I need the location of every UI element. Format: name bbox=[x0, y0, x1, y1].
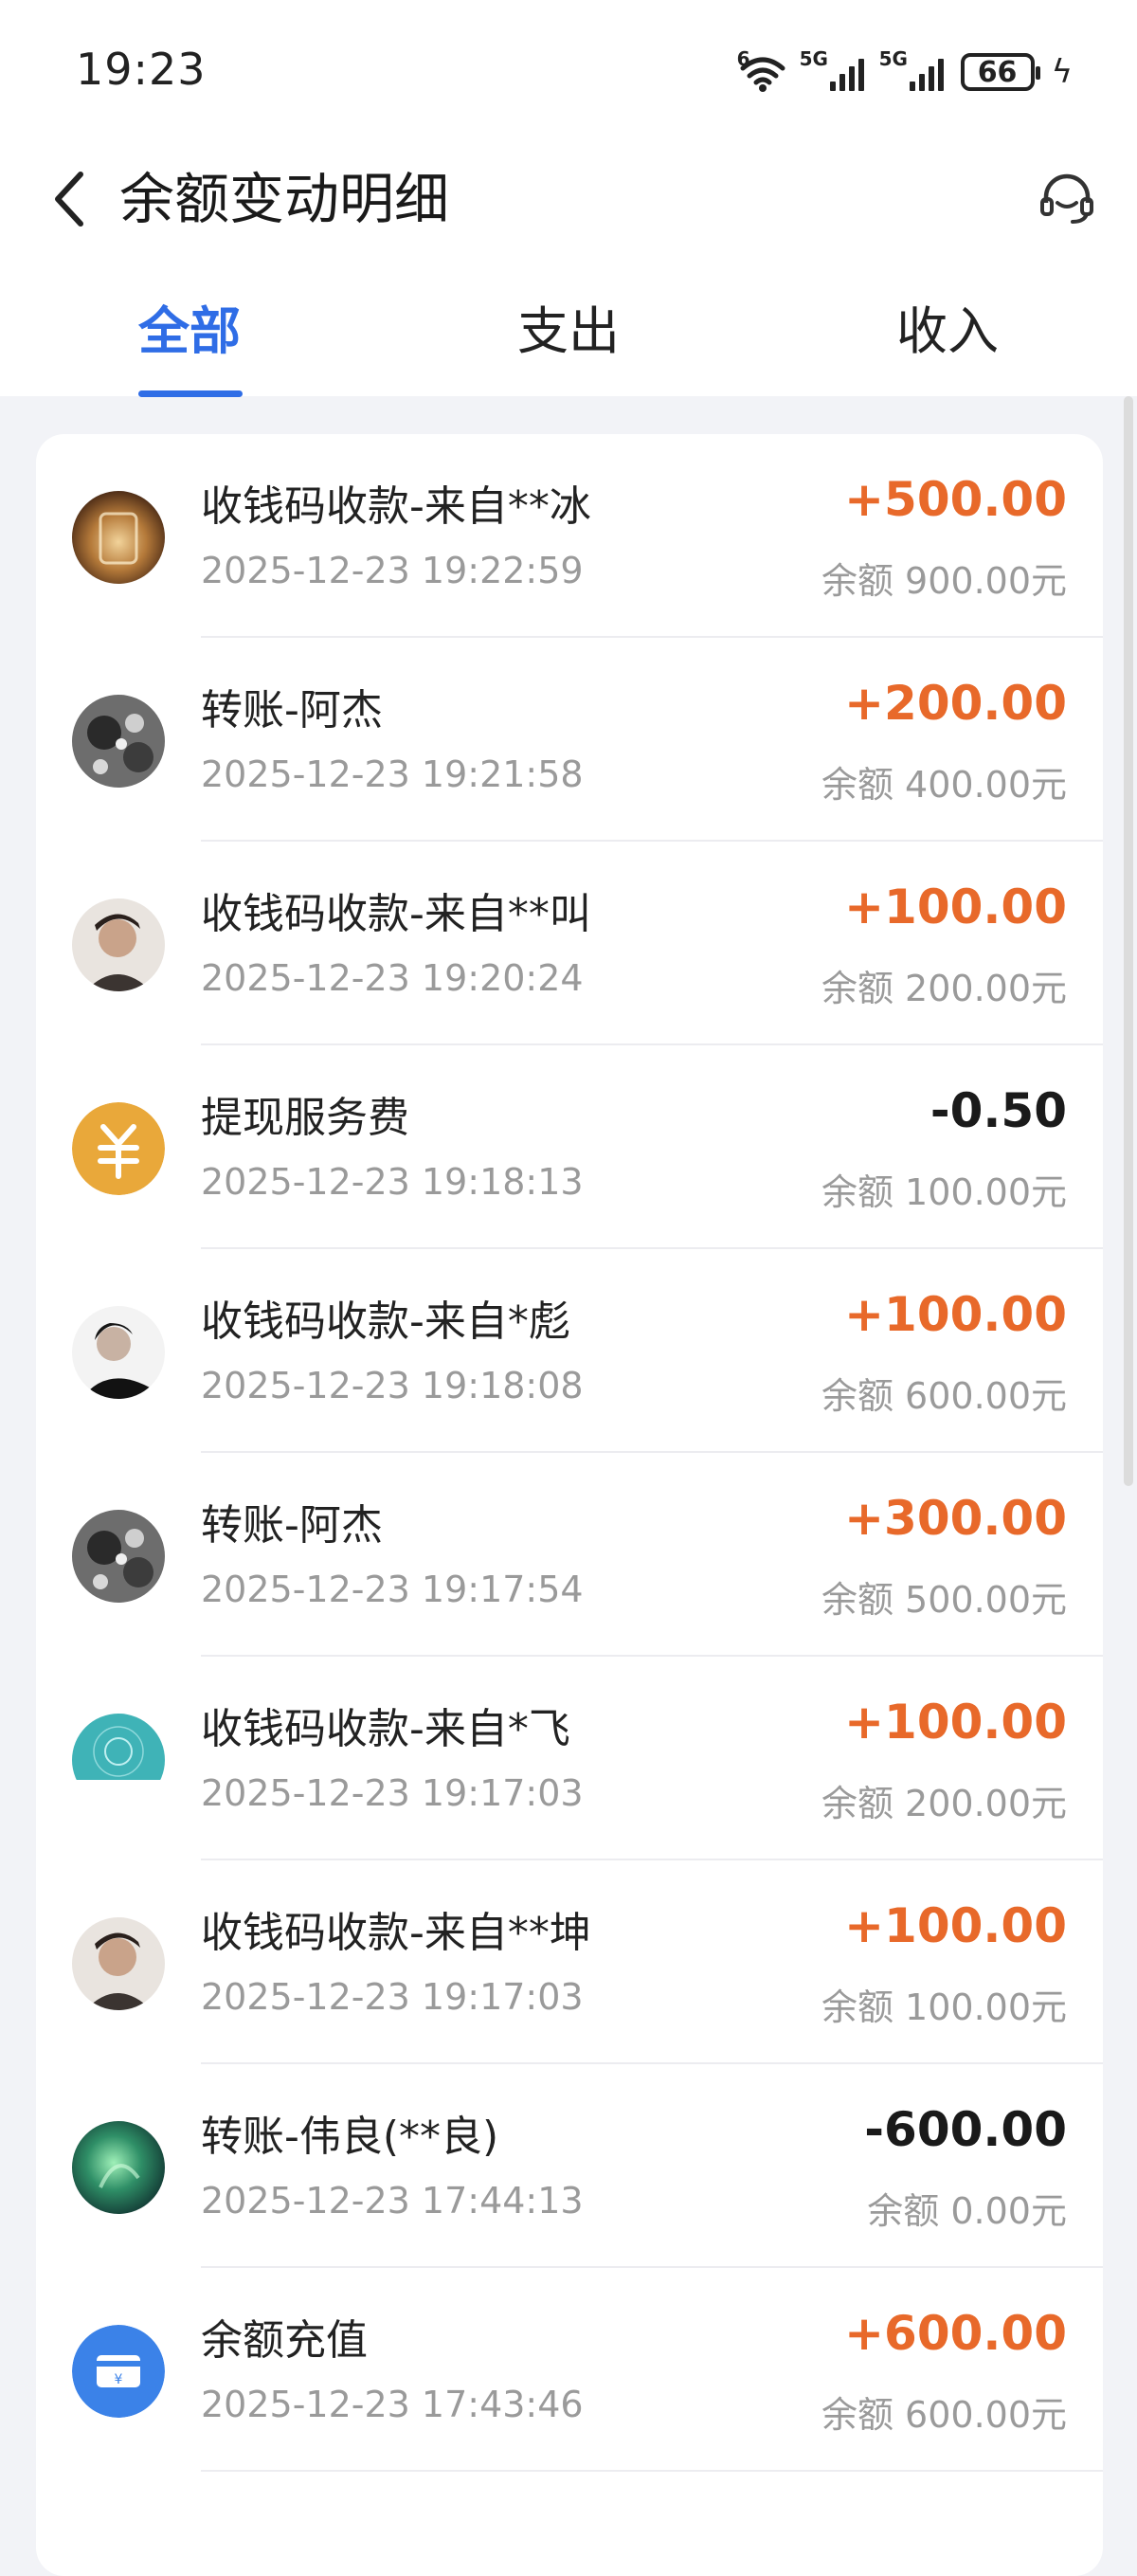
transaction-amount: +300.00 bbox=[844, 1491, 1067, 1546]
transaction-balance: 余额 200.00元 bbox=[821, 1783, 1067, 1824]
transaction-balance: 余额 100.00元 bbox=[821, 1986, 1067, 2028]
transaction-time: 2025-12-23 19:17:03 bbox=[201, 1772, 584, 1814]
transaction-row[interactable]: 收钱码收款-来自**冰 2025-12-23 19:22:59 +500.00 余额 … bbox=[36, 434, 1103, 638]
header-area: 19:23 6 5G 5G 66 ϟ 余额变动明细 全部 支出 收入 bbox=[0, 0, 1137, 397]
avatar bbox=[72, 1510, 165, 1603]
transaction-row[interactable]: 转账-伟良(**良) 2025-12-23 17:44:13 -600.00 余额 0… bbox=[36, 2064, 1103, 2268]
avatar bbox=[72, 898, 165, 991]
transaction-amount: +100.00 bbox=[844, 1898, 1067, 1953]
transaction-list: 收钱码收款-来自**冰 2025-12-23 19:22:59 +500.00 余额 … bbox=[36, 434, 1103, 2576]
transaction-amount: +100.00 bbox=[844, 1695, 1067, 1750]
transaction-amount: -600.00 bbox=[864, 2102, 1067, 2157]
transaction-row[interactable]: 收钱码收款-来自*彪 2025-12-23 19:18:08 +100.00 余额 6… bbox=[36, 1249, 1103, 1453]
bank-card-icon: ¥ bbox=[72, 2325, 165, 2418]
transaction-title: 转账-阿杰 bbox=[201, 686, 383, 735]
avatar bbox=[72, 1917, 165, 2010]
wifi-icon: 6 bbox=[737, 47, 788, 93]
transaction-title: 收钱码收款-来自**坤 bbox=[201, 1909, 591, 1957]
transaction-title: 转账-伟良(**良) bbox=[201, 2113, 499, 2161]
signal-tag-2: 5G bbox=[878, 47, 908, 70]
row-divider bbox=[201, 2470, 1103, 2472]
transaction-row[interactable]: 转账-阿杰 2025-12-23 19:17:54 +300.00 余额 500.00… bbox=[36, 1453, 1103, 1657]
avatar bbox=[72, 1714, 165, 1806]
tab-bar: 全部 支出 收入 bbox=[0, 284, 1137, 397]
yuan-icon bbox=[72, 1102, 165, 1195]
avatar bbox=[72, 491, 165, 584]
transaction-row[interactable]: ¥ 余额充值 2025-12-23 17:43:46 +600.00 余额 600.00… bbox=[36, 2268, 1103, 2472]
transaction-amount: +200.00 bbox=[844, 676, 1067, 731]
transaction-time: 2025-12-23 19:21:58 bbox=[201, 753, 584, 795]
tab-income[interactable]: 收入 bbox=[805, 284, 1090, 396]
battery-icon: 66 bbox=[960, 53, 1040, 91]
nav-bar: 余额变动明细 bbox=[0, 142, 1137, 256]
signal-tag: 5G bbox=[799, 47, 828, 70]
transaction-row[interactable]: 收钱码收款-来自**叫 2025-12-23 19:20:24 +100.00 余额 … bbox=[36, 842, 1103, 1045]
transaction-time: 2025-12-23 19:22:59 bbox=[201, 550, 584, 591]
transaction-balance: 余额 400.00元 bbox=[821, 764, 1067, 806]
avatar bbox=[72, 695, 165, 788]
tab-expense[interactable]: 支出 bbox=[426, 284, 711, 396]
tab-all[interactable]: 全部 bbox=[47, 284, 332, 396]
scrollbar[interactable] bbox=[1124, 396, 1133, 1486]
status-time: 19:23 bbox=[76, 44, 207, 95]
transaction-amount: -0.50 bbox=[929, 1083, 1067, 1138]
transaction-title: 收钱码收款-来自**冰 bbox=[201, 482, 591, 531]
transaction-balance: 余额 100.00元 bbox=[821, 1171, 1067, 1213]
status-bar: 19:23 6 5G 5G 66 ϟ bbox=[0, 0, 1137, 142]
transaction-time: 2025-12-23 17:43:46 bbox=[201, 2384, 584, 2425]
svg-text:¥: ¥ bbox=[115, 2372, 123, 2387]
status-icons: 6 5G 5G 66 ϟ bbox=[737, 47, 1073, 97]
transaction-time: 2025-12-23 19:18:13 bbox=[201, 1161, 584, 1203]
transaction-row[interactable]: 收钱码收款-来自**坤 2025-12-23 19:17:03 +100.00 余额 … bbox=[36, 1860, 1103, 2064]
transaction-title: 提现服务费 bbox=[201, 1094, 409, 1142]
transaction-time: 2025-12-23 17:44:13 bbox=[201, 2180, 584, 2222]
avatar bbox=[72, 2121, 165, 2214]
charging-icon: ϟ bbox=[1051, 53, 1073, 91]
transaction-amount: +500.00 bbox=[844, 472, 1067, 527]
transaction-title: 收钱码收款-来自**叫 bbox=[201, 890, 591, 938]
transaction-title: 收钱码收款-来自*彪 bbox=[201, 1297, 570, 1346]
transaction-balance: 余额 500.00元 bbox=[821, 1579, 1067, 1621]
transaction-balance: 余额 200.00元 bbox=[821, 968, 1067, 1009]
chevron-left-icon bbox=[55, 172, 83, 227]
customer-service-button[interactable] bbox=[1031, 163, 1103, 235]
transaction-amount: +100.00 bbox=[844, 880, 1067, 934]
transaction-balance: 余额 900.00元 bbox=[821, 560, 1067, 602]
transaction-amount: +100.00 bbox=[844, 1287, 1067, 1342]
active-tab-indicator bbox=[138, 390, 243, 397]
transaction-row[interactable]: 转账-阿杰 2025-12-23 19:21:58 +200.00 余额 400.00… bbox=[36, 638, 1103, 842]
signal-icon: 5G bbox=[800, 47, 868, 91]
transaction-time: 2025-12-23 19:20:24 bbox=[201, 957, 584, 999]
transaction-amount: +600.00 bbox=[844, 2306, 1067, 2361]
transaction-time: 2025-12-23 19:18:08 bbox=[201, 1365, 584, 1406]
transaction-title: 转账-阿杰 bbox=[201, 1501, 383, 1550]
headset-icon bbox=[1040, 173, 1093, 224]
transaction-row[interactable]: 提现服务费 2025-12-23 19:18:13 -0.50 余额 100.00元 bbox=[36, 1045, 1103, 1249]
battery-level: 66 bbox=[977, 55, 1018, 89]
transaction-balance: 余额 600.00元 bbox=[821, 2394, 1067, 2436]
avatar bbox=[72, 1306, 165, 1399]
transaction-balance: 余额 600.00元 bbox=[821, 1375, 1067, 1417]
transaction-time: 2025-12-23 19:17:54 bbox=[201, 1569, 584, 1610]
transaction-title: 收钱码收款-来自*飞 bbox=[201, 1705, 570, 1753]
page-title: 余额变动明细 bbox=[119, 167, 450, 231]
transaction-title: 余额充值 bbox=[201, 2316, 368, 2365]
transaction-time: 2025-12-23 19:17:03 bbox=[201, 1976, 584, 2018]
signal-icon-2: 5G bbox=[879, 47, 948, 91]
back-button[interactable] bbox=[36, 163, 102, 235]
transaction-balance: 余额 0.00元 bbox=[867, 2190, 1067, 2232]
transaction-row[interactable]: 收钱码收款-来自*飞 2025-12-23 19:17:03 +100.00 余额 2… bbox=[36, 1657, 1103, 1860]
wifi-tag: 6 bbox=[736, 47, 750, 70]
